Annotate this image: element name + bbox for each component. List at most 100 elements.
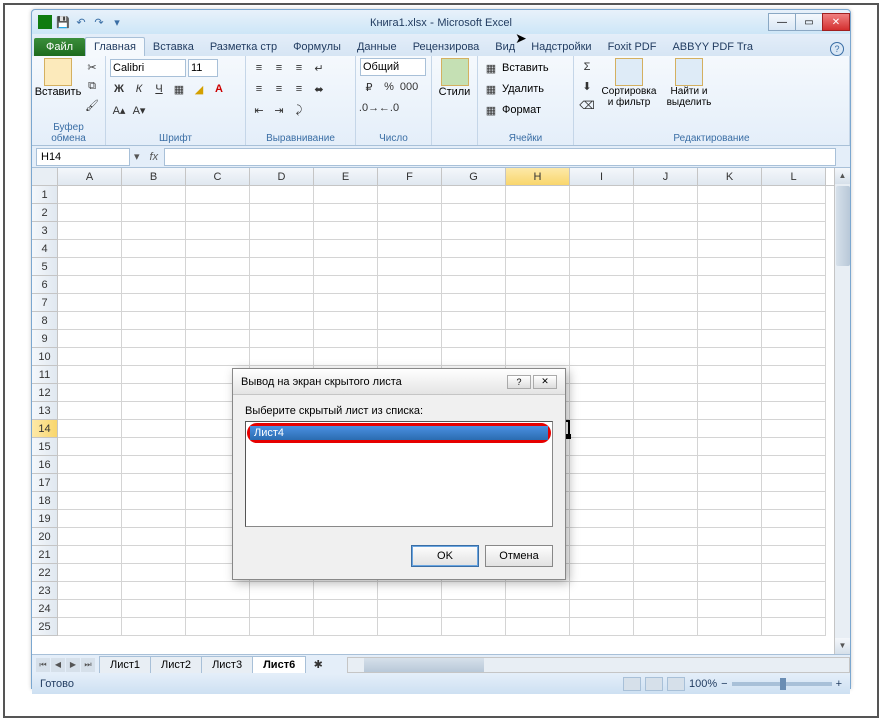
cell[interactable]	[442, 186, 506, 204]
row-header-5[interactable]: 5	[32, 258, 58, 276]
cell[interactable]	[378, 330, 442, 348]
cell[interactable]	[634, 456, 698, 474]
align-top-icon[interactable]: ≡	[250, 59, 268, 77]
dialog-title-bar[interactable]: Вывод на экран скрытого листа ? ✕	[233, 369, 565, 395]
row-header-22[interactable]: 22	[32, 564, 58, 582]
cell[interactable]	[634, 186, 698, 204]
cell[interactable]	[58, 438, 122, 456]
cell[interactable]	[58, 474, 122, 492]
dialog-close-icon[interactable]: ✕	[533, 375, 557, 389]
align-right-icon[interactable]: ≡	[290, 80, 308, 98]
row-header-3[interactable]: 3	[32, 222, 58, 240]
cell[interactable]	[634, 492, 698, 510]
wrap-text-icon[interactable]: ↵	[310, 59, 328, 77]
cell[interactable]	[186, 222, 250, 240]
cell[interactable]	[58, 564, 122, 582]
cell[interactable]	[58, 258, 122, 276]
cell[interactable]	[378, 222, 442, 240]
cell[interactable]	[762, 384, 826, 402]
cell[interactable]	[506, 276, 570, 294]
cell[interactable]	[570, 420, 634, 438]
cell[interactable]	[186, 582, 250, 600]
cell[interactable]	[314, 276, 378, 294]
cell[interactable]	[442, 330, 506, 348]
view-break-icon[interactable]	[667, 677, 685, 691]
cell[interactable]	[698, 186, 762, 204]
fx-icon[interactable]: fx	[150, 151, 159, 163]
dec-decimal-icon[interactable]: ←.0	[380, 99, 398, 117]
inc-decimal-icon[interactable]: .0→	[360, 99, 378, 117]
cell[interactable]	[122, 258, 186, 276]
cell[interactable]	[378, 258, 442, 276]
cell[interactable]	[570, 600, 634, 618]
cell[interactable]	[58, 582, 122, 600]
cell[interactable]	[250, 348, 314, 366]
cell[interactable]	[570, 474, 634, 492]
cell[interactable]	[570, 258, 634, 276]
hscroll-thumb[interactable]	[364, 658, 484, 672]
zoom-in-icon[interactable]: +	[836, 678, 842, 690]
cell[interactable]	[634, 330, 698, 348]
col-header-D[interactable]: D	[250, 168, 314, 185]
cell[interactable]	[122, 492, 186, 510]
tab-foxit[interactable]: Foxit PDF	[600, 38, 665, 56]
cell[interactable]	[122, 600, 186, 618]
cell[interactable]	[186, 240, 250, 258]
cell[interactable]	[186, 618, 250, 636]
align-bottom-icon[interactable]: ≡	[290, 59, 308, 77]
save-icon[interactable]: 💾	[56, 15, 70, 29]
cell[interactable]	[762, 330, 826, 348]
cell[interactable]	[58, 510, 122, 528]
row-header-13[interactable]: 13	[32, 402, 58, 420]
cell[interactable]	[378, 582, 442, 600]
cell[interactable]	[698, 492, 762, 510]
col-header-I[interactable]: I	[570, 168, 634, 185]
new-sheet-icon[interactable]: ✱	[309, 656, 327, 674]
cell[interactable]	[250, 276, 314, 294]
cell[interactable]	[58, 600, 122, 618]
cell[interactable]	[762, 258, 826, 276]
scroll-up-icon[interactable]: ▲	[835, 168, 850, 184]
indent-inc-icon[interactable]: ⇥	[270, 101, 288, 119]
list-item-sheet4[interactable]: Лист4	[250, 426, 548, 440]
row-header-12[interactable]: 12	[32, 384, 58, 402]
sheet-tab-6[interactable]: Лист6	[252, 656, 306, 673]
cell[interactable]	[58, 546, 122, 564]
col-header-B[interactable]: B	[122, 168, 186, 185]
cell[interactable]	[122, 186, 186, 204]
cell[interactable]	[570, 564, 634, 582]
col-header-F[interactable]: F	[378, 168, 442, 185]
cell[interactable]	[122, 456, 186, 474]
cell[interactable]	[378, 240, 442, 258]
cell[interactable]	[442, 618, 506, 636]
cell[interactable]	[762, 186, 826, 204]
hidden-sheet-listbox[interactable]: Лист4	[245, 421, 553, 527]
cell[interactable]	[506, 204, 570, 222]
cell[interactable]	[250, 330, 314, 348]
vertical-scrollbar[interactable]: ▲ ▼	[834, 168, 850, 654]
zoom-slider[interactable]	[732, 682, 832, 686]
row-header-4[interactable]: 4	[32, 240, 58, 258]
cell[interactable]	[186, 276, 250, 294]
cell[interactable]	[122, 582, 186, 600]
select-all-corner[interactable]	[32, 168, 58, 185]
cell[interactable]	[634, 510, 698, 528]
font-color-icon[interactable]: A	[210, 80, 228, 98]
row-header-10[interactable]: 10	[32, 348, 58, 366]
cell[interactable]	[698, 474, 762, 492]
cell[interactable]	[570, 582, 634, 600]
col-header-G[interactable]: G	[442, 168, 506, 185]
cell[interactable]	[570, 528, 634, 546]
cell[interactable]	[250, 618, 314, 636]
cell[interactable]	[698, 294, 762, 312]
tab-home[interactable]: Главная	[85, 37, 145, 56]
scroll-thumb[interactable]	[836, 186, 850, 266]
cell[interactable]	[634, 366, 698, 384]
cell[interactable]	[250, 186, 314, 204]
cell[interactable]	[698, 204, 762, 222]
cell[interactable]	[762, 204, 826, 222]
cell[interactable]	[58, 366, 122, 384]
row-header-1[interactable]: 1	[32, 186, 58, 204]
cell[interactable]	[762, 582, 826, 600]
cell[interactable]	[58, 456, 122, 474]
